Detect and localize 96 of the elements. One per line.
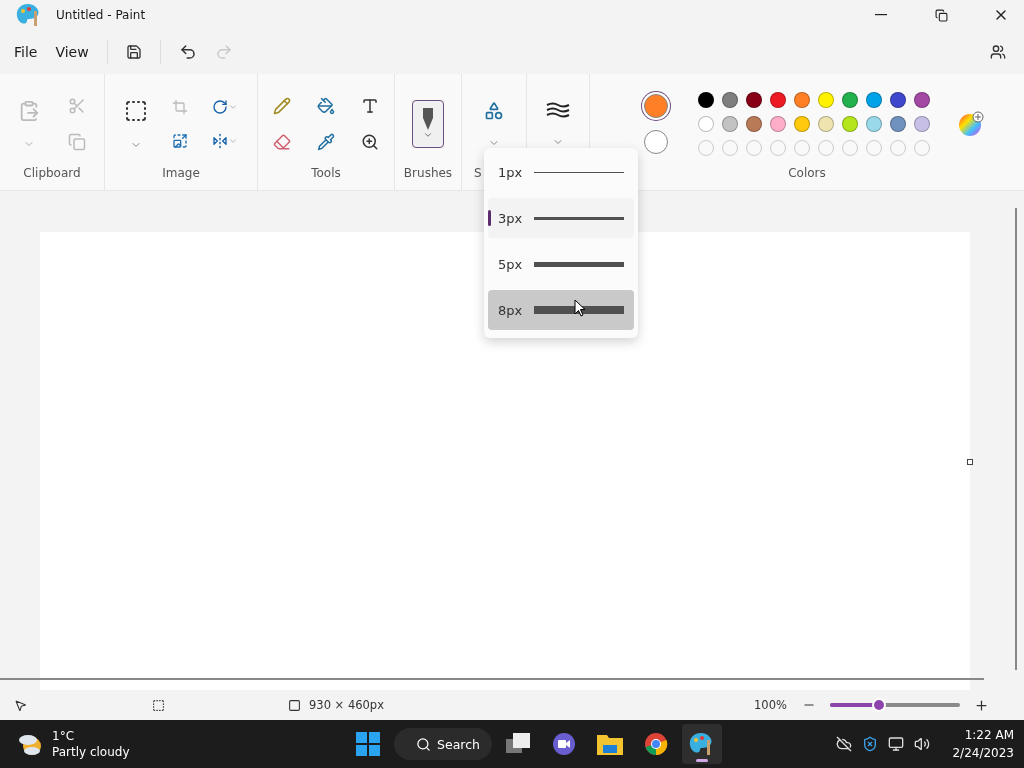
flip-icon xyxy=(212,133,228,149)
rotate-icon xyxy=(212,99,228,115)
group-label: Tools xyxy=(311,166,341,180)
horizontal-scrollbar[interactable] xyxy=(0,678,984,680)
color-swatch[interactable] xyxy=(746,116,762,132)
shapes-icon xyxy=(484,101,504,121)
chevron-down-icon xyxy=(423,130,433,140)
group-label: Image xyxy=(162,166,200,180)
pencil-button[interactable] xyxy=(271,95,293,117)
shield-icon[interactable] xyxy=(862,736,879,752)
zoom-thumb[interactable] xyxy=(872,698,887,712)
color-swatch[interactable] xyxy=(914,116,930,132)
chevron-down-icon xyxy=(228,136,238,146)
color-swatch[interactable] xyxy=(866,116,882,132)
network-icon[interactable] xyxy=(888,736,905,752)
eraser-button[interactable] xyxy=(271,131,293,153)
temperature: 1°C xyxy=(52,728,75,744)
color-swatch[interactable] xyxy=(818,116,834,132)
zoom-percent: 100% xyxy=(754,698,788,712)
crop-icon xyxy=(172,99,188,115)
people-icon xyxy=(990,44,1006,60)
color-swatch[interactable] xyxy=(794,116,810,132)
wavy-lines-icon xyxy=(546,102,570,120)
selection-icon xyxy=(152,698,165,712)
menu-item[interactable]: File xyxy=(6,38,46,66)
paint-bucket-icon xyxy=(317,97,335,115)
color-swatch[interactable] xyxy=(770,116,786,132)
search-icon xyxy=(416,736,431,752)
size-option[interactable]: 3px xyxy=(488,198,634,238)
clipboard-icon xyxy=(18,100,40,122)
resize-handle[interactable] xyxy=(967,459,973,465)
clock-time: 1:22 AM xyxy=(964,727,1014,744)
color-picker-button[interactable] xyxy=(315,131,337,153)
size-option[interactable]: 1px xyxy=(488,152,634,192)
undo-icon xyxy=(178,43,197,61)
mouse-cursor-icon xyxy=(574,299,586,317)
group-label: Brushes xyxy=(403,166,453,180)
redo-icon xyxy=(214,43,233,61)
zoom-in-icon xyxy=(361,133,379,151)
save-icon xyxy=(125,44,142,60)
group-label: Clipboard xyxy=(23,166,81,180)
browser-icon xyxy=(644,732,668,756)
current-color[interactable] xyxy=(644,130,668,154)
resize-button[interactable] xyxy=(170,131,190,151)
color-swatch[interactable] xyxy=(722,92,738,108)
brush-button[interactable] xyxy=(412,100,444,148)
brush-icon xyxy=(421,108,435,130)
color-swatch[interactable] xyxy=(746,92,762,108)
pencil-icon xyxy=(273,97,291,115)
task-view-icon xyxy=(506,733,530,755)
color-swatch[interactable] xyxy=(698,92,714,108)
search-button[interactable]: Search xyxy=(394,728,492,760)
minimize-icon xyxy=(875,14,887,16)
restore-icon xyxy=(934,8,948,22)
resize-icon xyxy=(172,133,188,149)
volume-icon[interactable] xyxy=(914,736,931,752)
cloud-off-icon[interactable] xyxy=(836,736,853,752)
canvas-size: 930 × 460px xyxy=(309,698,384,712)
scissors-icon xyxy=(68,97,86,115)
pipette-icon xyxy=(317,133,335,151)
color-swatch[interactable] xyxy=(794,92,810,108)
fill-button[interactable] xyxy=(315,95,337,117)
weather-condition: Partly cloudy xyxy=(52,744,130,760)
windows-logo xyxy=(356,732,380,756)
color-swatch[interactable] xyxy=(698,116,714,132)
dashed-square-icon xyxy=(124,99,148,123)
group-label: Colors xyxy=(788,166,826,180)
color-wheel-icon[interactable] xyxy=(958,111,984,137)
text-icon xyxy=(361,97,379,115)
video-chat-icon xyxy=(552,732,576,756)
pointer-icon xyxy=(14,698,27,712)
menu-item[interactable]: View xyxy=(47,38,97,66)
color-swatch[interactable] xyxy=(722,116,738,132)
color-swatch[interactable] xyxy=(890,116,906,132)
eraser-icon xyxy=(273,133,291,151)
group-label: S xyxy=(474,166,482,180)
clock-date: 2/24/2023 xyxy=(952,745,1014,762)
canvas-size-icon xyxy=(288,698,301,712)
color-swatch[interactable] xyxy=(770,92,786,108)
current-color[interactable] xyxy=(644,94,668,118)
color-swatch[interactable] xyxy=(818,92,834,108)
color-swatch[interactable] xyxy=(842,92,858,108)
weather-icon xyxy=(18,732,44,756)
taskbar-app[interactable] xyxy=(682,724,722,764)
size-option[interactable]: 8px xyxy=(488,290,634,330)
color-swatch[interactable] xyxy=(866,92,882,108)
zoom-in-icon[interactable] xyxy=(974,697,989,713)
color-swatch[interactable] xyxy=(842,116,858,132)
color-swatch[interactable] xyxy=(890,92,906,108)
color-swatch[interactable] xyxy=(914,92,930,108)
vertical-scrollbar[interactable] xyxy=(1015,208,1017,670)
size-option[interactable]: 5px xyxy=(488,244,634,284)
folder-icon xyxy=(597,733,623,755)
window-title: Untitled - Paint xyxy=(56,8,147,22)
copy-icon xyxy=(68,133,86,151)
chevron-down-icon xyxy=(228,102,238,112)
